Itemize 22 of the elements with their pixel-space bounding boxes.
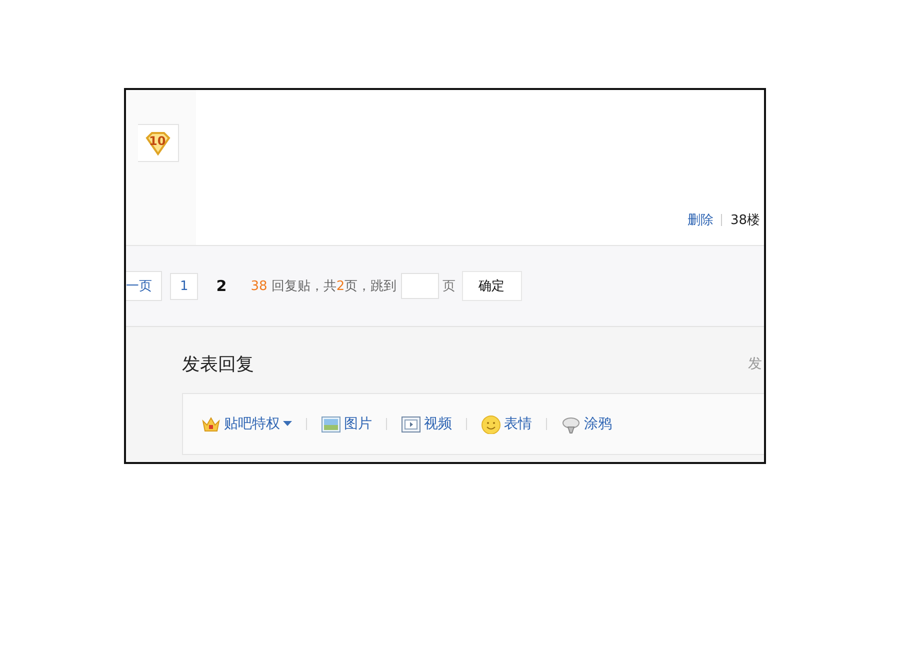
toolbar-button[interactable]: 图片 [321,414,372,434]
page-link[interactable]: 2 [206,271,237,301]
image-icon [321,414,341,434]
confirm-button[interactable]: 确定 [462,271,522,301]
page-unit-label: 页 [442,278,456,295]
pagination-summary: 38 回复贴，共2页，跳到 [250,278,397,295]
crown-icon [201,414,221,434]
page-input[interactable] [400,273,439,299]
smiley-icon [481,414,501,434]
toolbar-button[interactable]: 视频 [401,414,452,434]
floor-number: 38楼 [730,212,760,229]
section-title: 发表回复 [182,353,254,376]
side-text: 发 [748,355,763,373]
page-link[interactable]: 1 [170,272,198,300]
shield-icon [144,130,172,156]
toolbar-button[interactable]: 涂鸦 [561,414,612,434]
video-icon [401,414,421,434]
toolbar-button[interactable]: 表情 [481,414,532,434]
toolbar-button[interactable]: 贴吧特权 [201,414,292,434]
level-number: 10 [149,134,166,148]
delete-link[interactable]: 删除 [687,211,714,229]
previous-page-link[interactable]: 一页 [126,271,162,301]
